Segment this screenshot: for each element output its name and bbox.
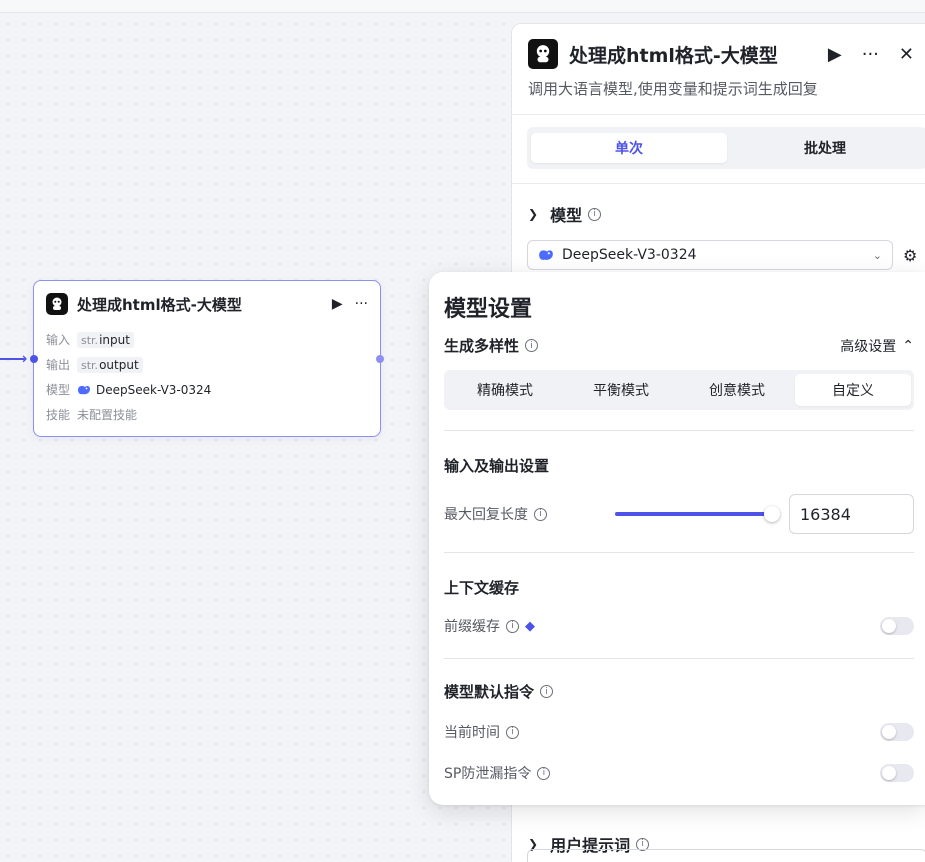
max-reply-row: 最大回复长度 i 16384 [444, 494, 914, 534]
deepseek-icon [539, 250, 553, 260]
current-time-row: 当前时间 i [444, 722, 914, 742]
divider [444, 658, 914, 659]
mode-balanced[interactable]: 平衡模式 [563, 374, 679, 406]
model-select-value: DeepSeek-V3-0324 [562, 247, 697, 263]
model-label: 模型 [46, 383, 71, 397]
sp-leak-label: SP防泄漏指令 [444, 766, 532, 782]
node-header: 处理成html格式-大模型 ▶ ··· [34, 281, 380, 327]
panel-description: 调用大语言模型,使用变量和提示词生成回复 [528, 80, 818, 98]
mode-precise[interactable]: 精确模式 [447, 374, 563, 406]
model-select[interactable]: DeepSeek-V3-0324 ⌄ [527, 240, 893, 270]
max-reply-input[interactable]: 16384 [789, 494, 914, 534]
node-input-port[interactable] [30, 355, 38, 363]
node-model-row: 模型 DeepSeek-V3-0324 [34, 377, 380, 402]
output-type: str. [81, 358, 99, 372]
more-icon[interactable]: ··· [862, 44, 879, 65]
bot-logo-icon [46, 293, 68, 315]
info-icon[interactable]: i [534, 507, 547, 521]
divider [444, 430, 914, 431]
context-section-title: 上下文缓存 [444, 579, 520, 597]
node-output-port[interactable] [376, 355, 384, 363]
current-time-label: 当前时间 [444, 725, 500, 741]
info-icon[interactable]: i [506, 725, 519, 739]
model-select-row: DeepSeek-V3-0324 ⌄ ⚙ [512, 226, 925, 270]
top-toolbar [0, 0, 925, 13]
model-section-header[interactable]: ❯ 模型 i [512, 184, 925, 226]
input-name: input [99, 332, 130, 347]
input-tag: str.input [77, 331, 134, 348]
run-mode-tabs: 单次 批处理 [527, 127, 925, 169]
default-instr-section: 模型默认指令 i [444, 681, 914, 702]
diversity-mode-tabs: 精确模式 平衡模式 创意模式 自定义 [444, 370, 914, 410]
user-prompt-input[interactable] [527, 849, 925, 862]
chevron-down-icon: ⌄ [872, 248, 882, 262]
chevron-up-icon: ⌃ [902, 337, 914, 354]
advanced-settings-toggle[interactable]: 高级设置 ⌃ [840, 336, 914, 356]
diversity-label: 生成多样性 [444, 337, 520, 355]
play-icon[interactable]: ▶ [828, 44, 842, 65]
panel-title: 处理成html格式-大模型 [569, 44, 778, 67]
info-icon[interactable]: i [506, 619, 519, 633]
slider-fill [615, 512, 772, 516]
deepseek-icon [78, 385, 90, 394]
gear-icon[interactable]: ⚙ [903, 246, 917, 265]
info-icon[interactable]: i [540, 685, 554, 698]
edge-arrow-icon: → [14, 349, 28, 368]
tab-single[interactable]: 单次 [531, 133, 727, 163]
node-input-row: 输入 str.input [34, 327, 380, 352]
sp-leak-toggle[interactable] [880, 764, 914, 782]
model-section-title: 模型 [550, 206, 583, 225]
more-icon[interactable]: ··· [355, 296, 368, 312]
mode-creative[interactable]: 创意模式 [679, 374, 795, 406]
default-instr-title: 模型默认指令 [444, 683, 535, 701]
prefix-cache-row: 前缀缓存 i ◆ [444, 616, 914, 636]
divider [512, 114, 925, 115]
divider [444, 552, 914, 553]
current-time-toggle[interactable] [880, 723, 914, 741]
popup-title: 模型设置 [444, 297, 533, 322]
bot-logo-icon [528, 39, 558, 69]
node-skill-row: 技能 未配置技能 [34, 402, 380, 427]
node-title: 处理成html格式-大模型 [77, 295, 242, 314]
model-settings-popup: 模型设置 生成多样性 i 高级设置 ⌃ 精确模式 平衡模式 创意模式 自定义 输… [429, 272, 925, 805]
output-name: output [99, 357, 139, 372]
io-section-title: 输入及输出设置 [444, 457, 550, 475]
info-icon[interactable]: i [525, 339, 539, 352]
prefix-cache-toggle[interactable] [880, 617, 914, 635]
play-icon[interactable]: ▶ [332, 296, 343, 312]
max-reply-slider[interactable] [615, 506, 780, 522]
slider-thumb[interactable] [763, 506, 780, 522]
skill-label: 技能 [46, 408, 71, 422]
prefix-cache-label: 前缀缓存 [444, 619, 500, 635]
info-icon[interactable]: i [537, 766, 551, 780]
output-tag: str.output [77, 356, 143, 373]
mode-custom[interactable]: 自定义 [795, 374, 911, 406]
info-icon[interactable]: i [588, 207, 602, 221]
close-icon[interactable]: ✕ [899, 44, 914, 65]
gem-icon: ◆ [525, 618, 535, 634]
diversity-row: 生成多样性 i 高级设置 ⌃ [444, 335, 914, 356]
sp-leak-row: SP防泄漏指令 i [444, 763, 914, 783]
input-label: 输入 [46, 333, 71, 347]
chevron-down-icon[interactable]: ❯ [528, 207, 538, 221]
llm-node-card[interactable]: 处理成html格式-大模型 ▶ ··· 输入 str.input 输出 str.… [33, 280, 381, 437]
output-label: 输出 [46, 358, 71, 372]
skill-value: 未配置技能 [77, 408, 138, 422]
tab-batch[interactable]: 批处理 [727, 133, 923, 163]
node-output-row: 输出 str.output [34, 352, 380, 377]
max-reply-label: 最大回复长度 [444, 507, 528, 523]
model-name: DeepSeek-V3-0324 [96, 382, 212, 397]
input-type: str. [81, 333, 99, 347]
advanced-settings-label: 高级设置 [840, 338, 897, 355]
panel-header: 处理成html格式-大模型 ▶ ··· ✕ [512, 24, 925, 70]
